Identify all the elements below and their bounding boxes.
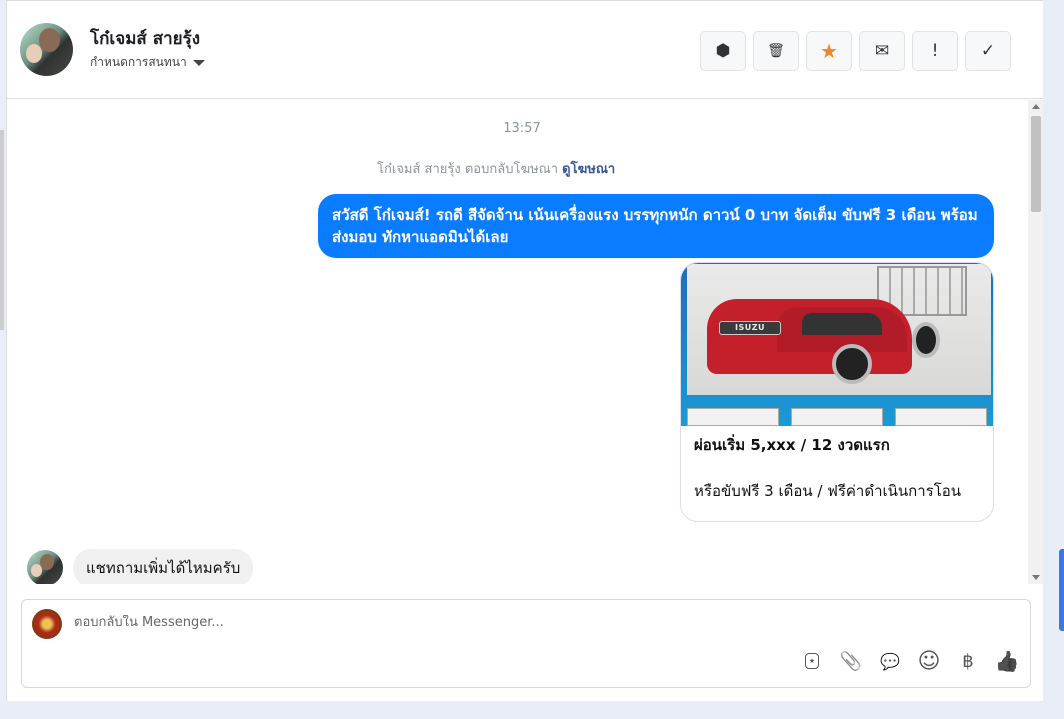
- message-thread: 13:57 โก๋เจมส์ สายรุ้ง ตอบกลับโฆษณา ดูโฆ…: [7, 100, 1027, 584]
- ad-card-description: หรือขับฟรี 3 เดือน / ฟรีค่าดำเนินการโอน: [694, 482, 962, 500]
- baht-icon: ฿: [962, 650, 974, 672]
- composer-toolbar: ⭑ 📎 💬 ☺ ฿ 👍: [801, 648, 1020, 674]
- exclamation-icon: !: [931, 41, 939, 61]
- saved-reply-icon: ⭑: [805, 653, 819, 669]
- check-icon: ✓: [980, 41, 996, 61]
- star-icon: ★: [820, 39, 838, 63]
- star-button[interactable]: ★: [806, 31, 852, 71]
- page-avatar: [32, 609, 62, 639]
- caret-down-icon: [192, 59, 205, 66]
- like-button[interactable]: 👍: [994, 649, 1020, 673]
- trash-icon: 🗑: [767, 43, 785, 59]
- reply-input[interactable]: [74, 615, 974, 630]
- thumbs-up-icon: 👍: [994, 649, 1020, 673]
- view-ad-link[interactable]: ดูโฆษณา: [562, 162, 615, 177]
- contact-avatar[interactable]: [20, 23, 73, 76]
- incoming-message: แชทถามเพิ่มได้ไหมครับ: [73, 549, 254, 584]
- contact-name[interactable]: โก๋เจมส์ สายรุ้ง: [90, 25, 200, 52]
- ad-reply-note: โก๋เจมส์ สายรุ้ง ตอบกลับโฆษณา ดูโฆษณา: [377, 158, 615, 179]
- follow-up-button[interactable]: !: [912, 31, 958, 71]
- envelope-icon: ✉: [874, 41, 890, 61]
- mark-spam-button[interactable]: ⬢: [700, 31, 746, 71]
- chat-bubble-icon: 💬: [880, 651, 900, 671]
- truck-grille: ISUZU: [719, 321, 781, 335]
- emoji-icon: ☺: [917, 648, 941, 674]
- timestamp: 13:57: [503, 121, 541, 136]
- delete-button[interactable]: 🗑: [753, 31, 799, 71]
- mark-done-button[interactable]: ✓: [965, 31, 1011, 71]
- conversation-panel: โก๋เจมส์ สายรุ้ง กำหนดการสนทนา ⬢ 🗑 ★ ✉ !…: [6, 0, 1043, 701]
- brand-badge: ISUZU: [734, 323, 766, 332]
- left-edge: [0, 130, 4, 330]
- payment-button[interactable]: ฿: [957, 650, 979, 672]
- saved-reply-button[interactable]: ⭑: [801, 650, 823, 672]
- conversation-header: โก๋เจมส์ สายรุ้ง กำหนดการสนทนา ⬢ 🗑 ★ ✉ !…: [7, 1, 1043, 99]
- thread-scrollbar[interactable]: [1028, 100, 1043, 584]
- reply-note-text: โก๋เจมส์ สายรุ้ง ตอบกลับโฆษณา: [377, 162, 559, 177]
- mark-unread-button[interactable]: ✉: [859, 31, 905, 71]
- side-tab[interactable]: [1059, 549, 1064, 631]
- message-composer: ⭑ 📎 💬 ☺ ฿ 👍: [21, 599, 1031, 688]
- attach-button[interactable]: 📎: [840, 650, 862, 672]
- paperclip-icon: 📎: [839, 650, 863, 672]
- outgoing-message: สวัสดี โก๋เจมส์! รถดี สีจัดจ้าน เน้นเครื…: [318, 194, 994, 258]
- ad-image: ISUZU: [681, 263, 993, 426]
- alert-octagon-icon: ⬢: [715, 41, 731, 61]
- emoji-button[interactable]: ☺: [917, 648, 941, 674]
- contact-avatar-small: [27, 550, 63, 584]
- conversation-toolbar: ⬢ 🗑 ★ ✉ ! ✓: [700, 31, 1011, 71]
- conversation-settings-label: กำหนดการสนทนา: [90, 55, 187, 69]
- ad-card-title: ผ่อนเริ่ม 5,xxx / 12 งวดแรก: [694, 436, 890, 454]
- conversation-settings-dropdown[interactable]: กำหนดการสนทนา: [90, 53, 205, 72]
- incoming-message-row: แชทถามเพิ่มได้ไหมครับ: [27, 549, 254, 584]
- quick-reply-button[interactable]: 💬: [879, 650, 901, 672]
- ad-card[interactable]: ISUZU ผ่อนเริ่ม 5,xxx / 12 งวดแรก หรือขั…: [680, 262, 994, 522]
